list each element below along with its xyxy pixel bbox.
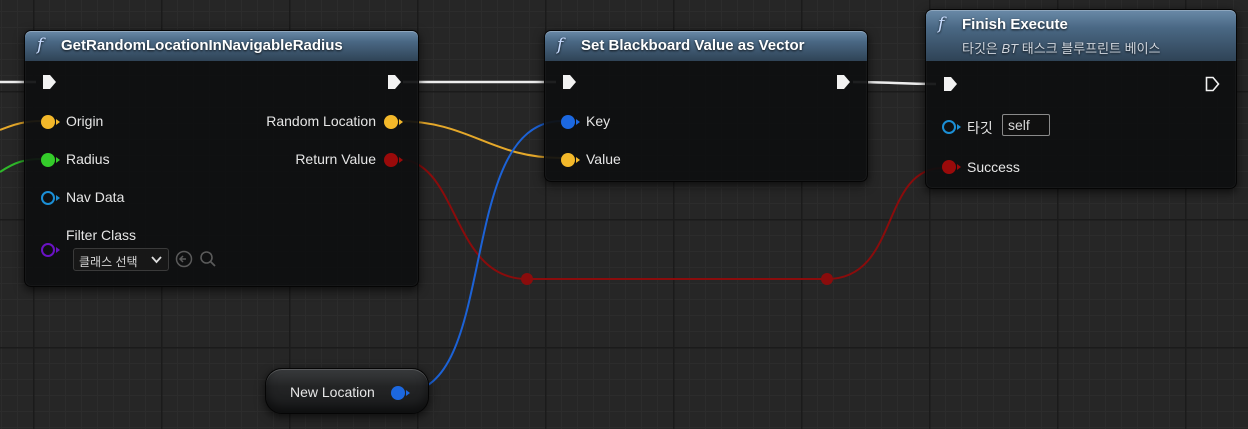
key-label: Key [586,113,611,129]
node-header[interactable]: f Set Blackboard Value as Vector [545,31,867,61]
filter-class-pin[interactable] [41,243,60,257]
new-location-out-pin[interactable] [391,386,410,400]
radius-pin[interactable] [41,153,60,167]
value-pin[interactable] [561,153,580,167]
function-icon: f [938,14,945,34]
exec-in-pin[interactable] [942,76,958,92]
node-title: Finish Execute [962,16,1068,33]
variable-label: New Location [290,384,375,400]
exec-in-pin[interactable] [561,74,577,90]
browse-search-icon[interactable] [199,250,217,268]
nav-data-pin[interactable] [41,191,60,205]
target-self-field[interactable]: self [1002,114,1050,136]
target-pin[interactable] [942,120,961,134]
random-location-pin[interactable] [384,115,403,129]
finish-execute-node[interactable]: f Finish Execute 타깃은 BT 태스크 블루프린트 베이스 타깃… [925,9,1237,189]
reroute-knot-1 [521,273,533,285]
success-label: Success [967,159,1020,175]
value-label: Value [586,151,621,167]
get-random-location-node[interactable]: f GetRandomLocationInNavigableRadius Ori… [24,30,419,287]
target-self-value: self [1008,117,1030,133]
node-title: Set Blackboard Value as Vector [581,37,805,54]
target-label: 타깃 [967,120,993,136]
set-blackboard-value-node[interactable]: f Set Blackboard Value as Vector Key Val… [544,30,868,182]
chevron-down-icon [151,256,162,264]
new-location-wire [403,120,563,393]
node-header[interactable]: f Finish Execute 타깃은 BT 태스크 블루프린트 베이스 [926,10,1236,61]
filter-class-combo[interactable]: 클래스 선택 [73,248,169,271]
node-subtitle: 타깃은 BT 태스크 블루프린트 베이스 [962,41,1161,56]
node-header[interactable]: f GetRandomLocationInNavigableRadius [25,31,418,61]
exec-out-pin[interactable] [835,74,851,90]
use-selected-icon[interactable] [175,250,193,268]
exec-out-pin[interactable] [386,74,402,90]
function-icon: f [557,35,564,55]
return-value-label: Return Value [295,151,376,167]
radius-label: Radius [66,151,110,167]
filter-class-label: Filter Class [66,227,137,243]
new-location-variable-node[interactable]: New Location [265,368,429,414]
random-location-label: Random Location [266,113,376,129]
origin-label: Origin [66,113,104,129]
function-icon: f [37,35,44,55]
return-value-pin[interactable] [384,153,403,167]
success-pin[interactable] [942,160,961,174]
node-title: GetRandomLocationInNavigableRadius [61,37,343,54]
nav-data-label: Nav Data [66,189,125,205]
exec-in-pin[interactable] [41,74,57,90]
origin-pin[interactable] [41,115,60,129]
exec-out-pin[interactable] [1204,76,1220,92]
filter-class-combo-value: 클래스 선택 [79,255,138,269]
key-pin[interactable] [561,115,580,129]
reroute-knot-2 [821,273,833,285]
